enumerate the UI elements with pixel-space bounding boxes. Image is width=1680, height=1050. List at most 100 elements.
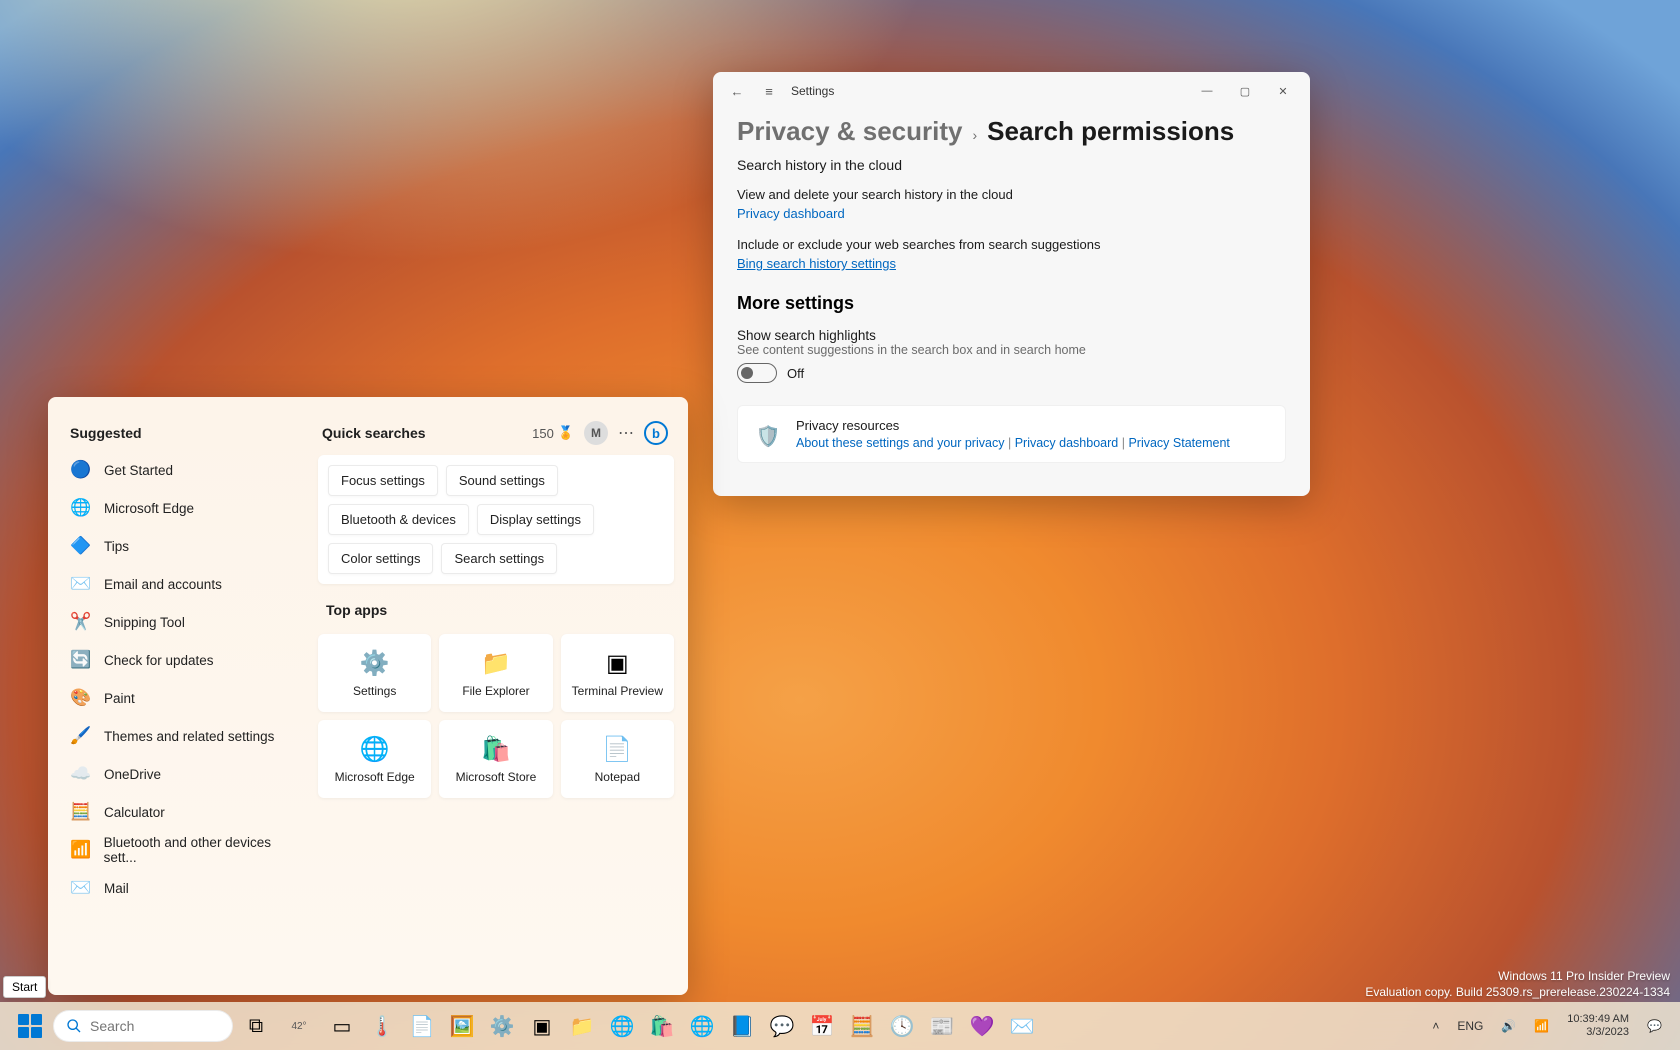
suggested-item[interactable]: ✉️Email and accounts [62, 565, 312, 603]
weather-widget[interactable]: 42° [279, 1006, 319, 1046]
suggested-label: Check for updates [104, 653, 214, 668]
suggested-item[interactable]: ✂️Snipping Tool [62, 603, 312, 641]
suggested-item[interactable]: 🔵Get Started [62, 451, 312, 489]
taskbar-app-explorer[interactable]: 📁 [562, 1006, 602, 1046]
suggested-item[interactable]: ✉️Mail [62, 869, 312, 907]
search-icon [66, 1018, 82, 1034]
suggested-label: Themes and related settings [104, 729, 274, 744]
store-icon: 🛍️ [650, 1014, 675, 1039]
taskbar-app-notepad[interactable]: 📄 [402, 1006, 442, 1046]
top-app-tile[interactable]: 📁 File Explorer [439, 634, 552, 712]
app-label: File Explorer [462, 684, 529, 698]
taskbar-app-task-view[interactable]: ▭ [322, 1006, 362, 1046]
taskbar-app-store[interactable]: 🛍️ [642, 1006, 682, 1046]
taskbar-app-vscode[interactable]: 📘 [722, 1006, 762, 1046]
highlight-desc: See content suggestions in the search bo… [737, 343, 1286, 357]
vscode-icon: 📘 [730, 1014, 755, 1039]
tray-notifications[interactable]: 💬 [1639, 1006, 1670, 1046]
privacy-dashboard-link-2[interactable]: Privacy dashboard [1015, 436, 1119, 450]
nav-menu-button[interactable]: ≡ [753, 75, 785, 107]
more-options-button[interactable]: ⋯ [618, 423, 634, 443]
app-icon: ✉️ [70, 877, 92, 899]
app-icon: ✉️ [70, 573, 92, 595]
close-button[interactable]: ✕ [1264, 76, 1302, 106]
privacy-statement-link[interactable]: Privacy Statement [1128, 436, 1229, 450]
taskbar-app-edge[interactable]: 🌐 [602, 1006, 642, 1046]
tray-language[interactable]: ENG [1449, 1006, 1491, 1046]
bing-icon[interactable]: b [644, 421, 668, 445]
taskbar-app-settings[interactable]: ⚙️ [482, 1006, 522, 1046]
app-label: Microsoft Edge [335, 770, 415, 784]
about-settings-link[interactable]: About these settings and your privacy [796, 436, 1004, 450]
suggested-label: Tips [104, 539, 129, 554]
start-tooltip: Start [3, 976, 46, 998]
top-app-tile[interactable]: 📄Notepad [561, 720, 674, 798]
suggested-item[interactable]: 🔷 Tips [62, 527, 312, 565]
suggested-item[interactable]: 🧮Calculator [62, 793, 312, 831]
quick-search-chip[interactable]: Bluetooth & devices [328, 504, 469, 535]
app-icon: 📁 [481, 649, 511, 678]
mail-icon: ✉️ [1010, 1014, 1035, 1039]
taskbar-app-calendar[interactable]: 📅 [802, 1006, 842, 1046]
settings-titlebar: ← ≡ Settings — ▢ ✕ [713, 72, 1310, 110]
search-flyout: Suggested 🔵Get Started🌐Microsoft Edge🔷Ti… [48, 397, 688, 995]
suggested-item[interactable]: 🎨Paint [62, 679, 312, 717]
tray-network-icon[interactable]: 🔊 [1493, 1006, 1524, 1046]
highlight-title: Show search highlights [737, 328, 1286, 343]
app-icon: 📄 [602, 735, 632, 764]
suggested-item[interactable]: 🔄Check for updates [62, 641, 312, 679]
taskbar-search-input[interactable] [90, 1018, 210, 1034]
maximize-button[interactable]: ▢ [1226, 76, 1264, 106]
taskbar-app-edge-dev[interactable]: 🌐 [682, 1006, 722, 1046]
notepad-icon: 📄 [410, 1014, 435, 1039]
suggested-item[interactable]: ☁️OneDrive [62, 755, 312, 793]
toggle-state-label: Off [787, 366, 804, 381]
rewards-points[interactable]: 150 🏅 [532, 425, 574, 441]
top-app-tile[interactable]: 🌐Microsoft Edge [318, 720, 431, 798]
app-icon: ⚙️ [360, 649, 390, 678]
quick-search-chip[interactable]: Display settings [477, 504, 594, 535]
app-label: Settings [353, 684, 396, 698]
suggested-item[interactable]: 📶Bluetooth and other devices sett... [62, 831, 312, 869]
highlights-toggle[interactable] [737, 363, 777, 383]
privacy-dashboard-link[interactable]: Privacy dashboard [737, 206, 845, 221]
bing-history-link[interactable]: Bing search history settings [737, 256, 896, 271]
app-label: Microsoft Store [456, 770, 537, 784]
taskbar-app-onenote[interactable]: 💜 [962, 1006, 1002, 1046]
task-view-button[interactable]: ⧉ [236, 1006, 276, 1046]
top-app-tile[interactable]: ⚙️ Settings [318, 634, 431, 712]
user-avatar[interactable]: M [584, 421, 608, 445]
top-app-tile[interactable]: 🛍️Microsoft Store [439, 720, 552, 798]
taskbar-app-clock[interactable]: 🕓 [882, 1006, 922, 1046]
top-app-tile[interactable]: ▣Terminal Preview [561, 634, 674, 712]
taskbar-app-chat[interactable]: 💬 [762, 1006, 802, 1046]
taskbar-app-news[interactable]: 📰 [922, 1006, 962, 1046]
edge-dev-icon: 🌐 [690, 1014, 715, 1039]
quick-search-chip[interactable]: Search settings [441, 543, 557, 574]
suggested-item[interactable]: 🌐Microsoft Edge [62, 489, 312, 527]
taskbar-app-weather[interactable]: 🌡️ [362, 1006, 402, 1046]
taskbar-search-box[interactable] [53, 1010, 233, 1042]
taskbar-app-photos[interactable]: 🖼️ [442, 1006, 482, 1046]
suggested-label: Microsoft Edge [104, 501, 194, 516]
quick-search-chip[interactable]: Focus settings [328, 465, 438, 496]
quick-search-chip[interactable]: Color settings [328, 543, 433, 574]
breadcrumb-current: Search permissions [987, 116, 1234, 147]
section-title-cloud-history: Search history in the cloud [737, 157, 1286, 173]
back-button[interactable]: ← [721, 75, 753, 107]
tray-chevron[interactable]: ˄ [1424, 1006, 1447, 1046]
tray-volume-icon[interactable]: 📶 [1526, 1006, 1557, 1046]
taskbar-app-terminal[interactable]: ▣ [522, 1006, 562, 1046]
start-button[interactable] [10, 1006, 50, 1046]
tray-clock[interactable]: 10:39:49 AM 3/3/2023 [1559, 1006, 1637, 1046]
taskbar-app-mail[interactable]: ✉️ [1002, 1006, 1042, 1046]
suggested-item[interactable]: 🖌️ Themes and related settings [62, 717, 312, 755]
suggested-label: OneDrive [104, 767, 161, 782]
breadcrumb: Privacy & security › Search permissions [737, 116, 1286, 147]
minimize-button[interactable]: — [1188, 76, 1226, 106]
app-icon: 🖌️ [70, 725, 92, 747]
quick-search-chip[interactable]: Sound settings [446, 465, 558, 496]
taskbar-app-calculator[interactable]: 🧮 [842, 1006, 882, 1046]
breadcrumb-parent[interactable]: Privacy & security [737, 116, 962, 147]
app-icon: 🔷 [70, 535, 92, 557]
